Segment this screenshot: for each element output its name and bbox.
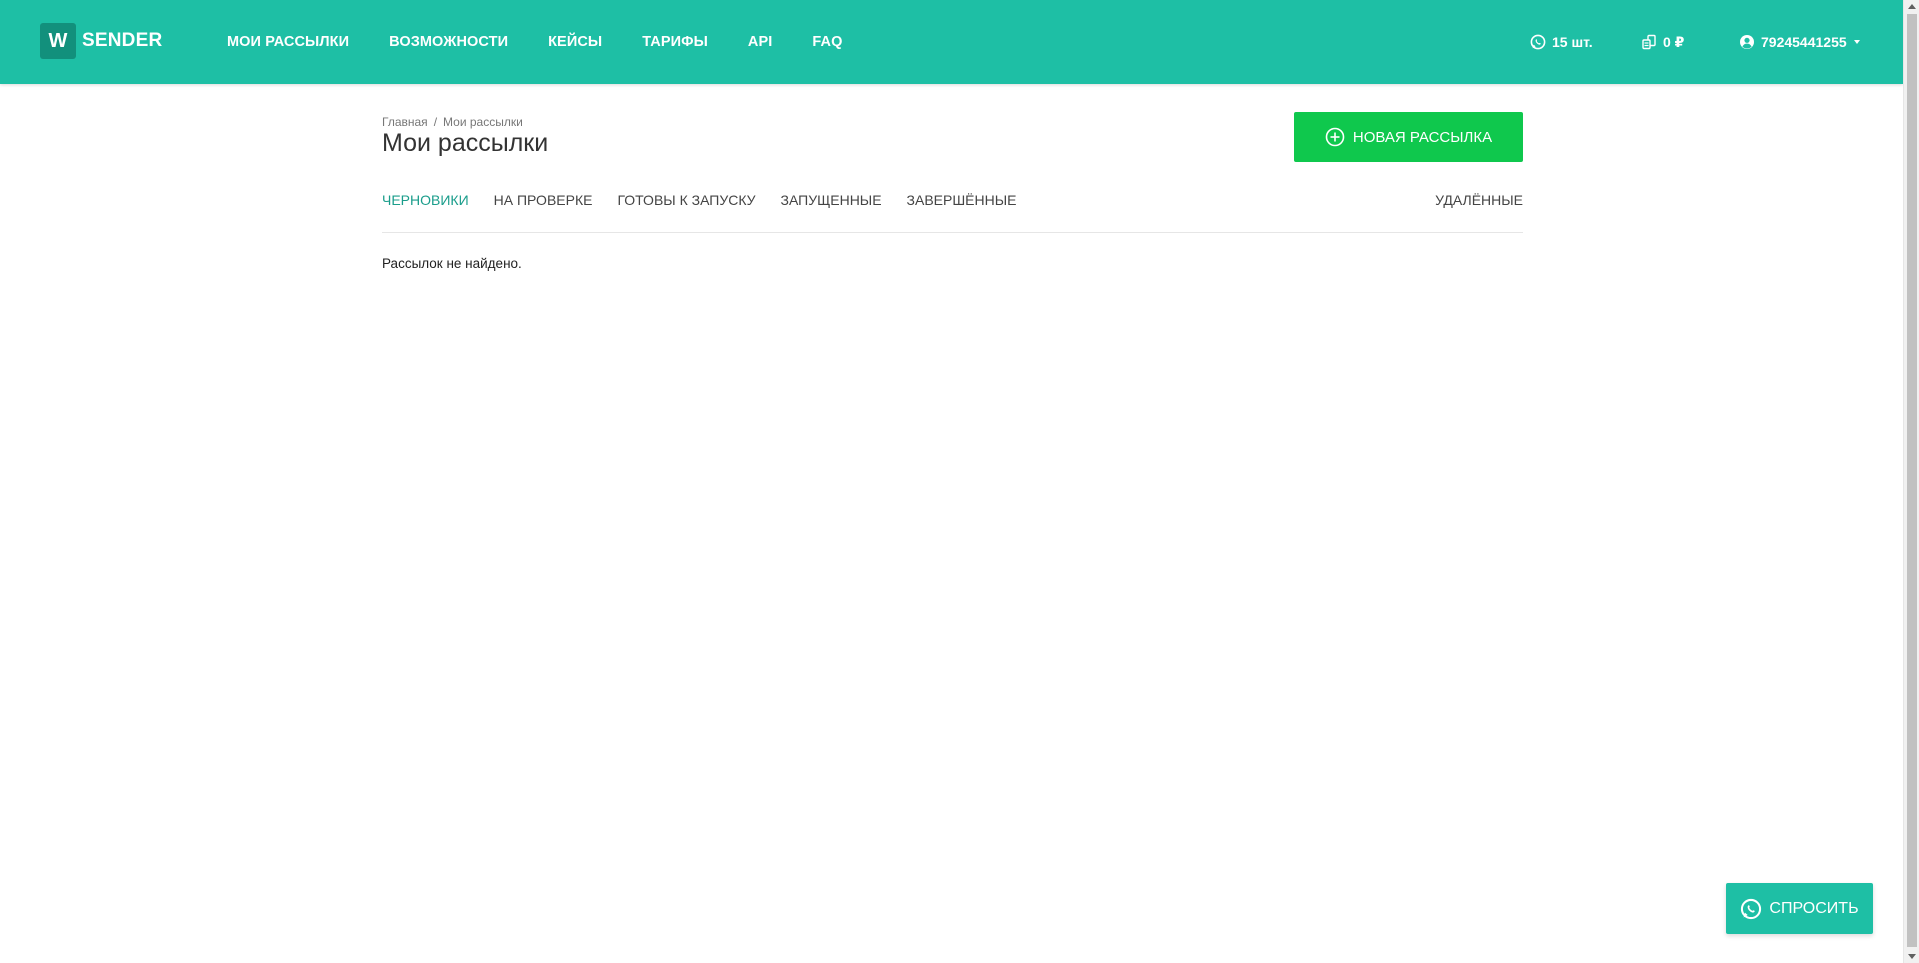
scroll-up-icon[interactable] [1908, 4, 1916, 9]
breadcrumb-home[interactable]: Главная [382, 115, 428, 129]
tab-deleted[interactable]: УДАЛЁННЫЕ [1435, 192, 1523, 232]
status-tabs: ЧЕРНОВИКИ НА ПРОВЕРКЕ ГОТОВЫ К ЗАПУСКУ З… [382, 192, 1523, 233]
vertical-scrollbar[interactable] [1903, 0, 1919, 963]
caret-down-icon [1853, 40, 1860, 44]
logo-mark: W [40, 23, 76, 59]
nav-my-mailings[interactable]: МОИ РАССЫЛКИ [227, 34, 349, 50]
scroll-down-icon[interactable] [1908, 954, 1916, 959]
nav-features[interactable]: ВОЗМОЖНОСТИ [389, 34, 508, 50]
nav-api[interactable]: API [748, 34, 772, 50]
user-menu[interactable]: 79245441255 [1739, 0, 1860, 84]
main-nav: МОИ РАССЫЛКИ ВОЗМОЖНОСТИ КЕЙСЫ ТАРИФЫ AP… [227, 0, 883, 84]
plus-circle-icon [1325, 127, 1345, 147]
nav-pricing[interactable]: ТАРИФЫ [642, 34, 708, 50]
nav-faq[interactable]: FAQ [812, 34, 842, 50]
ask-label: СПРОСИТЬ [1769, 899, 1859, 917]
scrollbar-thumb[interactable] [1907, 14, 1917, 947]
whatsapp-icon [1741, 898, 1762, 919]
breadcrumb-current: Мои рассылки [443, 115, 523, 129]
new-mailing-label: НОВАЯ РАССЫЛКА [1352, 128, 1493, 146]
empty-message: Рассылок не найдено. [382, 256, 522, 271]
tab-review[interactable]: НА ПРОВЕРКЕ [494, 192, 593, 232]
new-mailing-button[interactable]: НОВАЯ РАССЫЛКА [1294, 112, 1523, 162]
top-navbar: W SENDER МОИ РАССЫЛКИ ВОЗМОЖНОСТИ КЕЙСЫ … [0, 0, 1903, 84]
ask-chat-button[interactable]: СПРОСИТЬ [1726, 883, 1873, 934]
tab-ready[interactable]: ГОТОВЫ К ЗАПУСКУ [617, 192, 755, 232]
whatsapp-count[interactable]: 15 шт. [1530, 0, 1593, 84]
coins-icon [1642, 34, 1656, 50]
logo[interactable]: W SENDER [40, 23, 162, 59]
whatsapp-icon [1530, 34, 1546, 50]
tab-completed[interactable]: ЗАВЕРШЁННЫЕ [907, 192, 1017, 232]
whatsapp-count-value: 15 шт. [1552, 34, 1593, 50]
balance[interactable]: 0 ₽ [1641, 0, 1684, 84]
page-title: Мои рассылки [382, 129, 549, 157]
tab-drafts[interactable]: ЧЕРНОВИКИ [382, 192, 469, 232]
nav-cases[interactable]: КЕЙСЫ [548, 34, 602, 50]
balance-value: 0 ₽ [1663, 33, 1685, 50]
breadcrumb: Главная / Мои рассылки [382, 115, 523, 129]
breadcrumb-separator: / [433, 115, 438, 129]
user-circle-icon [1740, 35, 1754, 49]
logo-text: SENDER [82, 30, 163, 51]
tab-running[interactable]: ЗАПУЩЕННЫЕ [781, 192, 882, 232]
user-phone: 79245441255 [1761, 34, 1847, 50]
